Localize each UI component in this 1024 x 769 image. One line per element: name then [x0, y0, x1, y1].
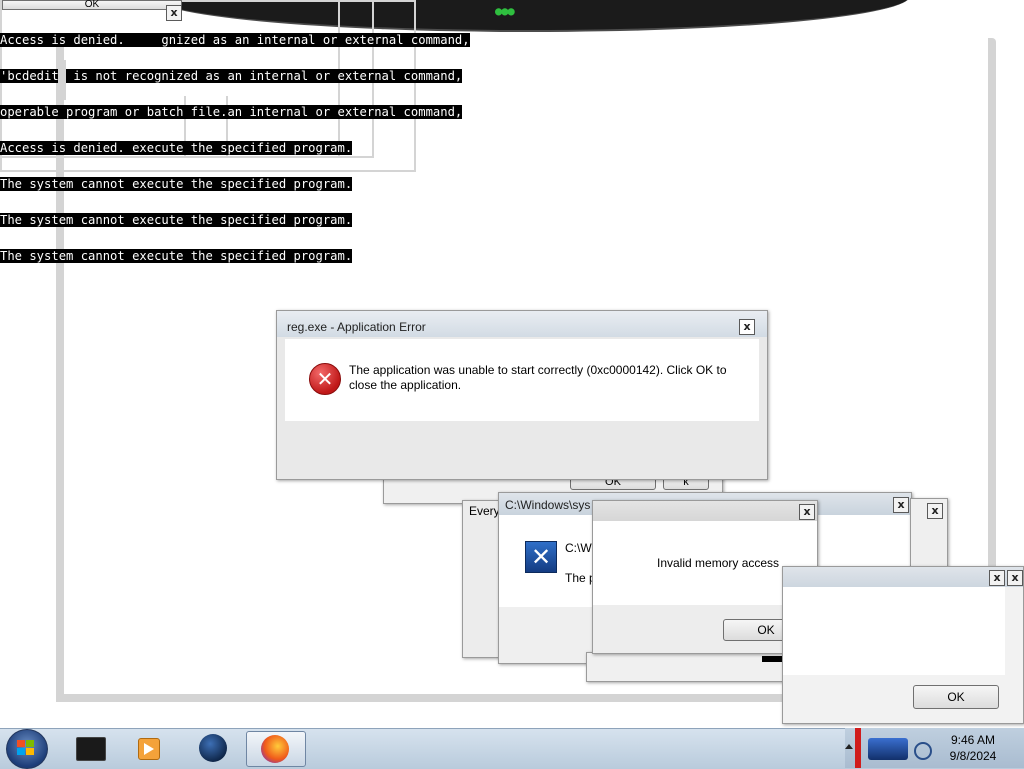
- firefox-icon[interactable]: [246, 731, 306, 767]
- dialog-titlebar: x x: [783, 567, 1023, 587]
- memory-error-message: Invalid memory access: [657, 556, 780, 570]
- tray-red-marker: [855, 728, 861, 768]
- front-dialog: x x OK: [782, 566, 1024, 724]
- close-button[interactable]: x: [989, 570, 1005, 586]
- close-button[interactable]: x: [893, 497, 909, 513]
- dialog-title: C:\Windows\sys: [505, 498, 591, 512]
- terminal-icon[interactable]: [70, 731, 110, 765]
- clock[interactable]: 9:46 AM 9/8/2024: [936, 733, 1010, 763]
- globe-icon[interactable]: [194, 731, 234, 765]
- dialog-titlebar: reg.exe - Application Error x: [277, 311, 767, 337]
- console-line: 'bcdedit' is not recognized as an intern…: [0, 69, 463, 83]
- console-line: Access is denied. execute the specified …: [0, 141, 353, 155]
- error-message: The application was unable to start corr…: [349, 363, 727, 392]
- cmd-text-1: C:\W: [565, 541, 592, 555]
- network-icon[interactable]: [868, 738, 908, 760]
- console-close-button[interactable]: x: [166, 5, 182, 21]
- dialog-body: ✕ The application was unable to start co…: [285, 339, 759, 421]
- dialog-titlebar: x: [593, 501, 817, 521]
- ok-button[interactable]: OK: [913, 685, 999, 709]
- close-button[interactable]: x: [739, 319, 755, 335]
- close-button[interactable]: x: [927, 503, 943, 519]
- console-line: The system cannot execute the specified …: [0, 249, 353, 263]
- volume-icon[interactable]: [914, 742, 932, 760]
- behind-dialog-right: x: [910, 498, 948, 570]
- console-vertical-bar: [58, 60, 66, 100]
- dialog-title: reg.exe - Application Error: [287, 320, 426, 334]
- close-button[interactable]: x: [799, 504, 815, 520]
- console-output: Access is denied. gnized as an internal …: [0, 10, 510, 274]
- console-line: Access is denied. gnized as an internal …: [0, 33, 470, 47]
- reg-exe-error-dialog: reg.exe - Application Error x ✕ The appl…: [276, 310, 768, 480]
- media-player-icon[interactable]: [128, 731, 168, 765]
- console-line: The system cannot execute the specified …: [0, 213, 353, 227]
- windows-logo-icon: [17, 740, 34, 755]
- tray-expand-icon[interactable]: [845, 744, 853, 749]
- close-button-secondary[interactable]: x: [1007, 570, 1023, 586]
- console-line: The system cannot execute the specified …: [0, 177, 353, 191]
- blue-x-icon: ✕: [525, 541, 557, 573]
- clock-date: 9/8/2024: [949, 749, 997, 763]
- error-icon: ✕: [309, 363, 341, 395]
- dialog-body: [783, 587, 1005, 675]
- ok-button-fragment[interactable]: OK: [2, 0, 182, 10]
- behind-dialog-bottom: [586, 652, 784, 682]
- clock-time: 9:46 AM: [950, 733, 996, 747]
- black-strip: [762, 656, 782, 662]
- console-line: operable program or batch file.an intern…: [0, 105, 463, 119]
- every-fragment: Every: [469, 504, 500, 518]
